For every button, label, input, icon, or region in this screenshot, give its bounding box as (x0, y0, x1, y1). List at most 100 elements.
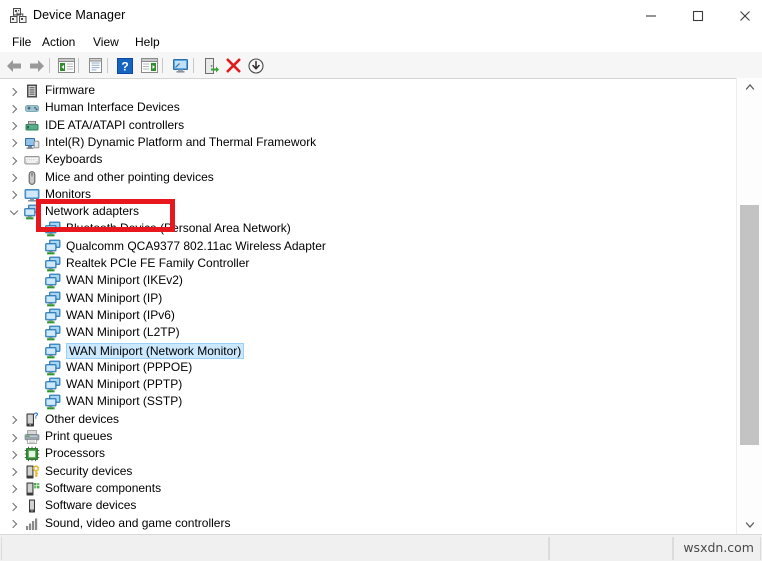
tree-item[interactable]: Software components (0, 481, 736, 498)
network-adapter-icon (45, 343, 61, 359)
chevron-right-icon[interactable] (7, 118, 20, 135)
scroll-up-arrow-icon[interactable] (737, 78, 762, 96)
monitor-icon (24, 187, 40, 203)
menu-file[interactable]: File (8, 34, 35, 50)
chevron-right-icon[interactable] (7, 170, 20, 187)
tree-item[interactable]: Keyboards (0, 152, 736, 169)
tree-item-label: Network adapters (45, 204, 140, 219)
chevron-right-icon[interactable] (7, 429, 20, 446)
chevron-right-icon[interactable] (7, 446, 20, 463)
tree-item[interactable]: Sound, video and game controllers (0, 516, 736, 533)
minimize-button[interactable] (628, 0, 674, 31)
help-button[interactable]: ? (114, 55, 136, 76)
disable-device-button[interactable] (245, 55, 267, 76)
tree-item-label: Processors (45, 446, 106, 461)
status-panel-second (549, 537, 673, 560)
tree-item-label: WAN Miniport (Network Monitor) (66, 342, 245, 359)
close-button[interactable] (722, 0, 762, 31)
other-devices-icon: ? (24, 411, 40, 428)
menu-view[interactable]: View (89, 34, 123, 50)
tree-item-label: Monitors (45, 186, 92, 201)
tree-item[interactable]: Print queues (0, 429, 736, 446)
tree-item-label: Security devices (45, 463, 133, 478)
update-driver-button[interactable] (199, 55, 221, 76)
software-component-icon (24, 481, 40, 497)
sound-icon (24, 516, 40, 532)
tree-item[interactable]: WAN Miniport (PPTP) (0, 377, 736, 394)
tree-item[interactable]: WAN Miniport (IKEv2) (0, 273, 736, 290)
processor-icon (24, 446, 40, 462)
tree-item[interactable]: Realtek PCIe FE Family Controller (0, 256, 736, 273)
mouse-icon (24, 170, 40, 186)
maximize-button[interactable] (675, 0, 721, 31)
tree-item[interactable]: Processors (0, 446, 736, 463)
chevron-right-icon[interactable] (7, 135, 20, 152)
tree-item[interactable]: WAN Miniport (IP) (0, 291, 736, 308)
tree-item[interactable]: WAN Miniport (PPPOE) (0, 360, 736, 377)
toolbar: ? (0, 52, 762, 79)
forward-button[interactable] (26, 55, 48, 76)
chevron-right-icon[interactable] (7, 83, 20, 100)
chevron-right-icon[interactable] (7, 481, 20, 498)
printer-icon (24, 429, 40, 445)
status-bar: wsxdn.com (0, 534, 762, 561)
status-panel-main (1, 537, 549, 560)
keyboard-icon (24, 152, 40, 168)
network-adapter-icon (45, 291, 61, 307)
toolbar-separator (162, 58, 163, 73)
tree-item-label: WAN Miniport (PPPOE) (66, 359, 193, 374)
tree-item[interactable]: Qualcomm QCA9377 802.11ac Wireless Adapt… (0, 239, 736, 256)
tree-item[interactable]: Bluetooth Device (Personal Area Network) (0, 221, 736, 238)
tree-item[interactable]: Human Interface Devices (0, 100, 736, 117)
tree-item[interactable]: Mice and other pointing devices (0, 170, 736, 187)
tree-item[interactable]: WAN Miniport (SSTP) (0, 394, 736, 411)
scan-for-hardware-changes-button[interactable] (169, 55, 191, 76)
chevron-right-icon[interactable] (7, 100, 20, 117)
back-button[interactable] (3, 55, 25, 76)
show-hide-console-tree-button[interactable] (55, 55, 77, 76)
tree-item[interactable]: Intel(R) Dynamic Platform and Thermal Fr… (0, 135, 736, 152)
tree-item[interactable]: IDE ATA/ATAPI controllers (0, 118, 736, 135)
tree-item[interactable]: Firmware (0, 83, 736, 100)
toolbar-separator (107, 58, 108, 73)
tree-item[interactable]: Software devices (0, 498, 736, 515)
chevron-right-icon[interactable] (7, 464, 20, 481)
chevron-right-icon[interactable] (7, 412, 20, 429)
tree-item-label: Sound, video and game controllers (45, 515, 231, 530)
toolbar-separator (193, 58, 194, 73)
tree-item[interactable]: Monitors (0, 187, 736, 204)
network-adapter-icon (45, 394, 61, 410)
show-hide-action-pane-button[interactable] (138, 55, 160, 76)
chevron-right-icon[interactable] (7, 516, 20, 533)
device-tree[interactable]: Firmware Human Interface Devices IDE ATA/A… (0, 79, 736, 535)
menu-bar: File Action View Help (0, 31, 762, 52)
tree-item[interactable]: WAN Miniport (IPv6) (0, 308, 736, 325)
tree-item[interactable]: WAN Miniport (Network Monitor) (0, 342, 736, 360)
network-adapter-icon (45, 273, 61, 289)
tree-item[interactable]: Security devices (0, 464, 736, 481)
network-adapter-icon (45, 239, 61, 255)
tree-item-label: Print queues (45, 429, 113, 443)
device-tree-pane: Firmware Human Interface Devices IDE ATA/A… (0, 78, 762, 535)
vertical-scrollbar[interactable] (736, 78, 762, 534)
uninstall-device-button[interactable] (222, 55, 244, 76)
scroll-down-arrow-icon[interactable] (737, 516, 762, 534)
chevron-right-icon[interactable] (7, 498, 20, 515)
scrollbar-thumb[interactable] (740, 205, 759, 445)
tree-item[interactable]: WAN Miniport (L2TP) (0, 325, 736, 342)
tree-item-label: WAN Miniport (IKEv2) (66, 273, 183, 288)
tree-item-label: Human Interface Devices (45, 100, 180, 115)
tree-item[interactable]: Network adapters (0, 204, 736, 221)
tree-item-label: Keyboards (45, 152, 103, 167)
network-adapter-icon (45, 308, 61, 324)
tree-item-label: Intel(R) Dynamic Platform and Thermal Fr… (45, 134, 317, 149)
chevron-down-icon[interactable] (7, 204, 20, 221)
properties-button[interactable] (84, 55, 106, 76)
firmware-icon (24, 83, 40, 99)
chevron-right-icon[interactable] (7, 152, 20, 169)
site-watermark: wsxdn.com (683, 540, 754, 555)
chevron-right-icon[interactable] (7, 187, 20, 204)
menu-help[interactable]: Help (131, 34, 164, 50)
menu-action[interactable]: Action (38, 34, 79, 50)
tree-item[interactable]: ? Other devices (0, 411, 736, 429)
